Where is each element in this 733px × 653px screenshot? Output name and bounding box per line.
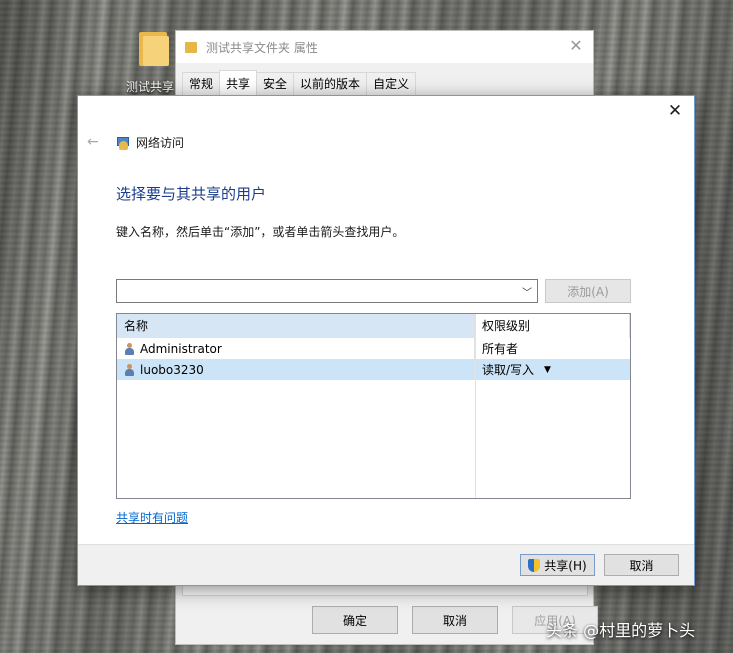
user-name: luobo3230 bbox=[140, 362, 204, 377]
network-icon bbox=[116, 136, 130, 150]
folder-icon bbox=[185, 41, 197, 53]
desktop-folder-icon[interactable]: 测试共享 bbox=[120, 28, 180, 95]
permission-level: 所有者 bbox=[482, 342, 519, 356]
close-icon[interactable]: ✕ bbox=[567, 37, 585, 55]
properties-titlebar: 测试共享文件夹 属性 bbox=[176, 31, 593, 63]
column-header-permission[interactable]: 权限级别 bbox=[475, 314, 630, 338]
cancel-button[interactable]: 取消 bbox=[604, 554, 679, 576]
dialog-footer: 共享(H) 取消 bbox=[78, 544, 694, 585]
folder-icon bbox=[133, 28, 169, 66]
column-header-name[interactable]: 名称 bbox=[117, 314, 475, 338]
add-button[interactable]: 添加(A) bbox=[545, 279, 631, 303]
desktop-folder-label: 测试共享 bbox=[125, 80, 174, 94]
sharing-trouble-link[interactable]: 共享时有问题 bbox=[116, 509, 188, 526]
caret-down-icon[interactable]: ▼ bbox=[544, 365, 551, 375]
dialog-nav-title: 网络访问 bbox=[116, 134, 184, 151]
ok-button[interactable]: 确定 bbox=[312, 606, 398, 634]
user-icon bbox=[124, 363, 134, 376]
uac-shield-icon bbox=[528, 558, 541, 572]
user-name-combobox[interactable]: ﹀ bbox=[116, 279, 538, 303]
share-button[interactable]: 共享(H) bbox=[520, 554, 595, 576]
properties-tabs: 常规 共享 安全 以前的版本 自定义 bbox=[182, 70, 417, 96]
page-title: 选择要与其共享的用户 bbox=[116, 185, 267, 203]
properties-title: 测试共享文件夹 属性 bbox=[206, 40, 318, 55]
nav-title-label: 网络访问 bbox=[136, 136, 185, 150]
users-table: 名称 权限级别 Administrator 所有者 luobo3230 读取/写… bbox=[116, 313, 631, 499]
tab-general[interactable]: 常规 bbox=[182, 72, 221, 96]
instruction-text: 键入名称，然后单击“添加”，或者单击箭头查找用户。 bbox=[116, 225, 405, 239]
tab-sharing[interactable]: 共享 bbox=[219, 70, 258, 96]
close-icon[interactable]: ✕ bbox=[666, 102, 684, 120]
network-access-dialog: ✕ ← 网络访问 选择要与其共享的用户 键入名称，然后单击“添加”，或者单击箭头… bbox=[77, 95, 695, 586]
back-arrow-icon[interactable]: ← bbox=[87, 134, 99, 150]
tab-previous-versions[interactable]: 以前的版本 bbox=[293, 72, 368, 96]
permission-dropdown[interactable]: 读取/写入 ▼ bbox=[475, 359, 630, 380]
table-row[interactable]: luobo3230 读取/写入 ▼ bbox=[117, 359, 630, 380]
watermark: 头条 @村里的萝卜头 bbox=[546, 621, 696, 640]
tab-security[interactable]: 安全 bbox=[256, 72, 295, 96]
tab-customize[interactable]: 自定义 bbox=[366, 72, 417, 96]
cancel-button[interactable]: 取消 bbox=[412, 606, 498, 634]
user-icon bbox=[124, 342, 134, 355]
user-name: Administrator bbox=[140, 341, 222, 356]
table-header: 名称 权限级别 bbox=[117, 314, 630, 338]
chevron-down-icon[interactable]: ﹀ bbox=[522, 284, 532, 299]
table-row[interactable]: Administrator 所有者 bbox=[117, 338, 630, 359]
